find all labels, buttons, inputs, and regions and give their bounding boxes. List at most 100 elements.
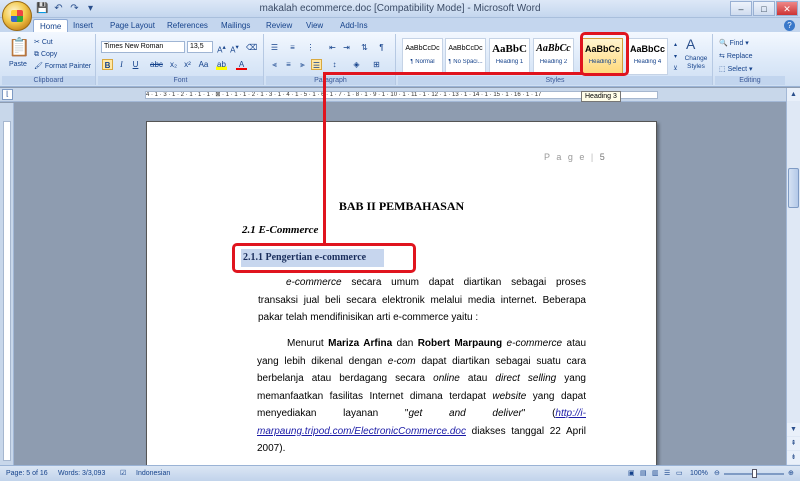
vertical-scrollbar[interactable]: ▲ ▼ ⇞ ⇟ (786, 88, 800, 465)
binoculars-icon: 🔍 (719, 40, 728, 47)
borders-icon[interactable]: ⊞ (371, 59, 382, 70)
language-indicator[interactable]: Indonesian (136, 466, 170, 481)
paste-button[interactable]: Paste (9, 59, 27, 70)
next-page-icon[interactable]: ⇟ (787, 451, 800, 464)
change-case-button[interactable]: Aa (198, 59, 209, 70)
find-button[interactable]: 🔍 Find ▾ (719, 38, 749, 49)
horizontal-ruler: ⌊ 4 · 1 · 3 · 1 · 2 · 1 · 1 · 1 · ⊠ · 1 … (0, 88, 800, 102)
previous-page-icon[interactable]: ⇞ (787, 437, 800, 450)
tab-selector-button[interactable]: ⌊ (2, 89, 13, 100)
select-icon: ⬚ (719, 66, 726, 73)
clipboard-group-label: Clipboard (2, 76, 95, 85)
superscript-button[interactable]: x² (182, 59, 193, 70)
numbering-icon[interactable]: ≡ (287, 42, 298, 53)
page-header: P a g e | 5 (544, 152, 605, 162)
status-bar: Page: 5 of 16 Words: 3/3,093 ☑ Indonesia… (0, 465, 800, 481)
multilevel-list-icon[interactable]: ⋮ (305, 42, 316, 53)
justify-icon[interactable]: ☰ (311, 59, 322, 70)
increase-indent-icon[interactable]: ⇥ (341, 42, 352, 53)
highlight-button[interactable]: ab (216, 59, 227, 70)
cut-button[interactable]: ✂ Cut (34, 37, 53, 48)
replace-button[interactable]: ⇆ Replace (719, 51, 753, 62)
italic-button[interactable]: I (116, 59, 127, 70)
tab-mailings[interactable]: Mailings (221, 19, 250, 32)
vertical-ruler (0, 103, 14, 465)
clear-format-icon[interactable]: ⌫ (246, 42, 257, 53)
font-color-button[interactable]: A (236, 59, 247, 70)
style-heading-4[interactable]: AaBbCc Heading 4 (627, 38, 668, 75)
page-count[interactable]: Page: 5 of 16 (6, 466, 48, 481)
vertical-ruler-track[interactable] (3, 121, 11, 461)
change-styles-icon[interactable]: A (686, 36, 695, 52)
sort-icon[interactable]: ⇅ (359, 42, 370, 53)
tab-page-layout[interactable]: Page Layout (110, 19, 155, 32)
styles-scroll-icon[interactable]: ▴ ▾ ⊻ (671, 39, 680, 75)
ribbon: 📋 Paste ✂ Cut ⧉ Copy 🖌 Format Painter Cl… (0, 32, 800, 87)
word-count[interactable]: Words: 3/3,093 (58, 466, 105, 481)
copy-icon: ⧉ (34, 51, 39, 58)
tab-home[interactable]: Home (33, 19, 69, 32)
paste-icon[interactable]: 📋 (8, 37, 30, 57)
print-layout-icon[interactable]: ▣ (628, 466, 635, 481)
font-size-box[interactable]: 13,5 (187, 41, 213, 53)
draft-icon[interactable]: ▭ (676, 466, 683, 481)
select-button[interactable]: ⬚ Select ▾ (719, 64, 753, 75)
underline-button[interactable]: U (130, 59, 141, 70)
zoom-out-icon[interactable]: ⊖ (714, 466, 720, 481)
annotation-box-style (580, 32, 629, 76)
window-title: makalah ecommerce.doc [Compatibility Mod… (259, 3, 541, 14)
change-styles-button[interactable]: Change Styles (682, 55, 710, 70)
copy-button[interactable]: ⧉ Copy (34, 49, 57, 60)
tab-insert[interactable]: Insert (73, 19, 93, 32)
font-group-label: Font (98, 76, 263, 85)
office-button[interactable] (2, 1, 32, 31)
zoom-level[interactable]: 100% (690, 466, 708, 481)
help-icon[interactable]: ? (784, 20, 795, 31)
show-marks-icon[interactable]: ¶ (376, 42, 387, 53)
title-bar: 💾 ↶ ↷ ▾ makalah ecommerce.doc [Compatibi… (0, 0, 800, 18)
format-painter-button[interactable]: 🖌 Format Painter (34, 61, 91, 72)
tab-view[interactable]: View (306, 19, 323, 32)
section-heading: 2.1 E-Commerce (242, 224, 319, 236)
outline-icon[interactable]: ☰ (664, 466, 670, 481)
shrink-font-icon[interactable]: A▾ (229, 42, 240, 55)
scroll-down-icon[interactable]: ▼ (787, 423, 800, 436)
editing-group: 🔍 Find ▾ ⇆ Replace ⬚ Select ▾ Editing (715, 34, 785, 85)
decrease-indent-icon[interactable]: ⇤ (327, 42, 338, 53)
minimize-button[interactable]: – (730, 1, 752, 16)
scroll-thumb[interactable] (788, 168, 799, 208)
line-spacing-icon[interactable]: ↕ (329, 59, 340, 70)
full-screen-icon[interactable]: ▤ (640, 466, 647, 481)
zoom-knob[interactable] (752, 469, 757, 478)
align-right-icon[interactable]: ⫸ (297, 59, 308, 70)
ribbon-tabs: Home Insert Page Layout References Maili… (0, 18, 800, 32)
style-tooltip: Heading 3 (581, 91, 621, 102)
style-heading-1[interactable]: AaBbC Heading 1 (489, 38, 530, 75)
maximize-button[interactable]: □ (753, 1, 775, 16)
bold-button[interactable]: B (102, 59, 113, 70)
style-heading-2[interactable]: AaBbCc Heading 2 (533, 38, 574, 75)
style-no-spacing[interactable]: AaBbCcDc ¶ No Spaci... (445, 38, 486, 75)
clipboard-group: 📋 Paste ✂ Cut ⧉ Copy 🖌 Format Painter Cl… (2, 34, 96, 85)
tab-add-ins[interactable]: Add-Ins (340, 19, 368, 32)
align-center-icon[interactable]: ≡ (283, 59, 294, 70)
align-left-icon[interactable]: ⫷ (269, 59, 280, 70)
proofing-icon[interactable]: ☑ (120, 466, 126, 481)
shading-icon[interactable]: ◈ (351, 59, 362, 70)
grow-font-icon[interactable]: A▴ (216, 42, 227, 55)
scroll-up-icon[interactable]: ▲ (787, 88, 800, 101)
web-layout-icon[interactable]: ▥ (652, 466, 659, 481)
strikethrough-button[interactable]: abc (150, 59, 163, 70)
paragraph-group: ☰ ≡ ⋮ ⇤ ⇥ ⇅ ¶ ⫷ ≡ ⫸ ☰ ↕ ◈ ⊞ Paragraph (266, 34, 396, 85)
tab-references[interactable]: References (167, 19, 208, 32)
document-page[interactable]: P a g e | 5 BAB II PEMBAHASAN 2.1 E-Comm… (146, 121, 657, 465)
zoom-in-icon[interactable]: ⊕ (788, 466, 794, 481)
close-button[interactable]: ✕ (776, 1, 798, 16)
styles-group-label: Styles (398, 76, 712, 85)
bullets-icon[interactable]: ☰ (269, 42, 280, 53)
font-group: Times New Roman 13,5 A▴ A▾ ⌫ B I U abc x… (98, 34, 264, 85)
tab-review[interactable]: Review (266, 19, 292, 32)
font-name-box[interactable]: Times New Roman (101, 41, 185, 53)
style-normal[interactable]: AaBbCcDc ¶ Normal (402, 38, 443, 75)
subscript-button[interactable]: x₂ (168, 59, 179, 70)
